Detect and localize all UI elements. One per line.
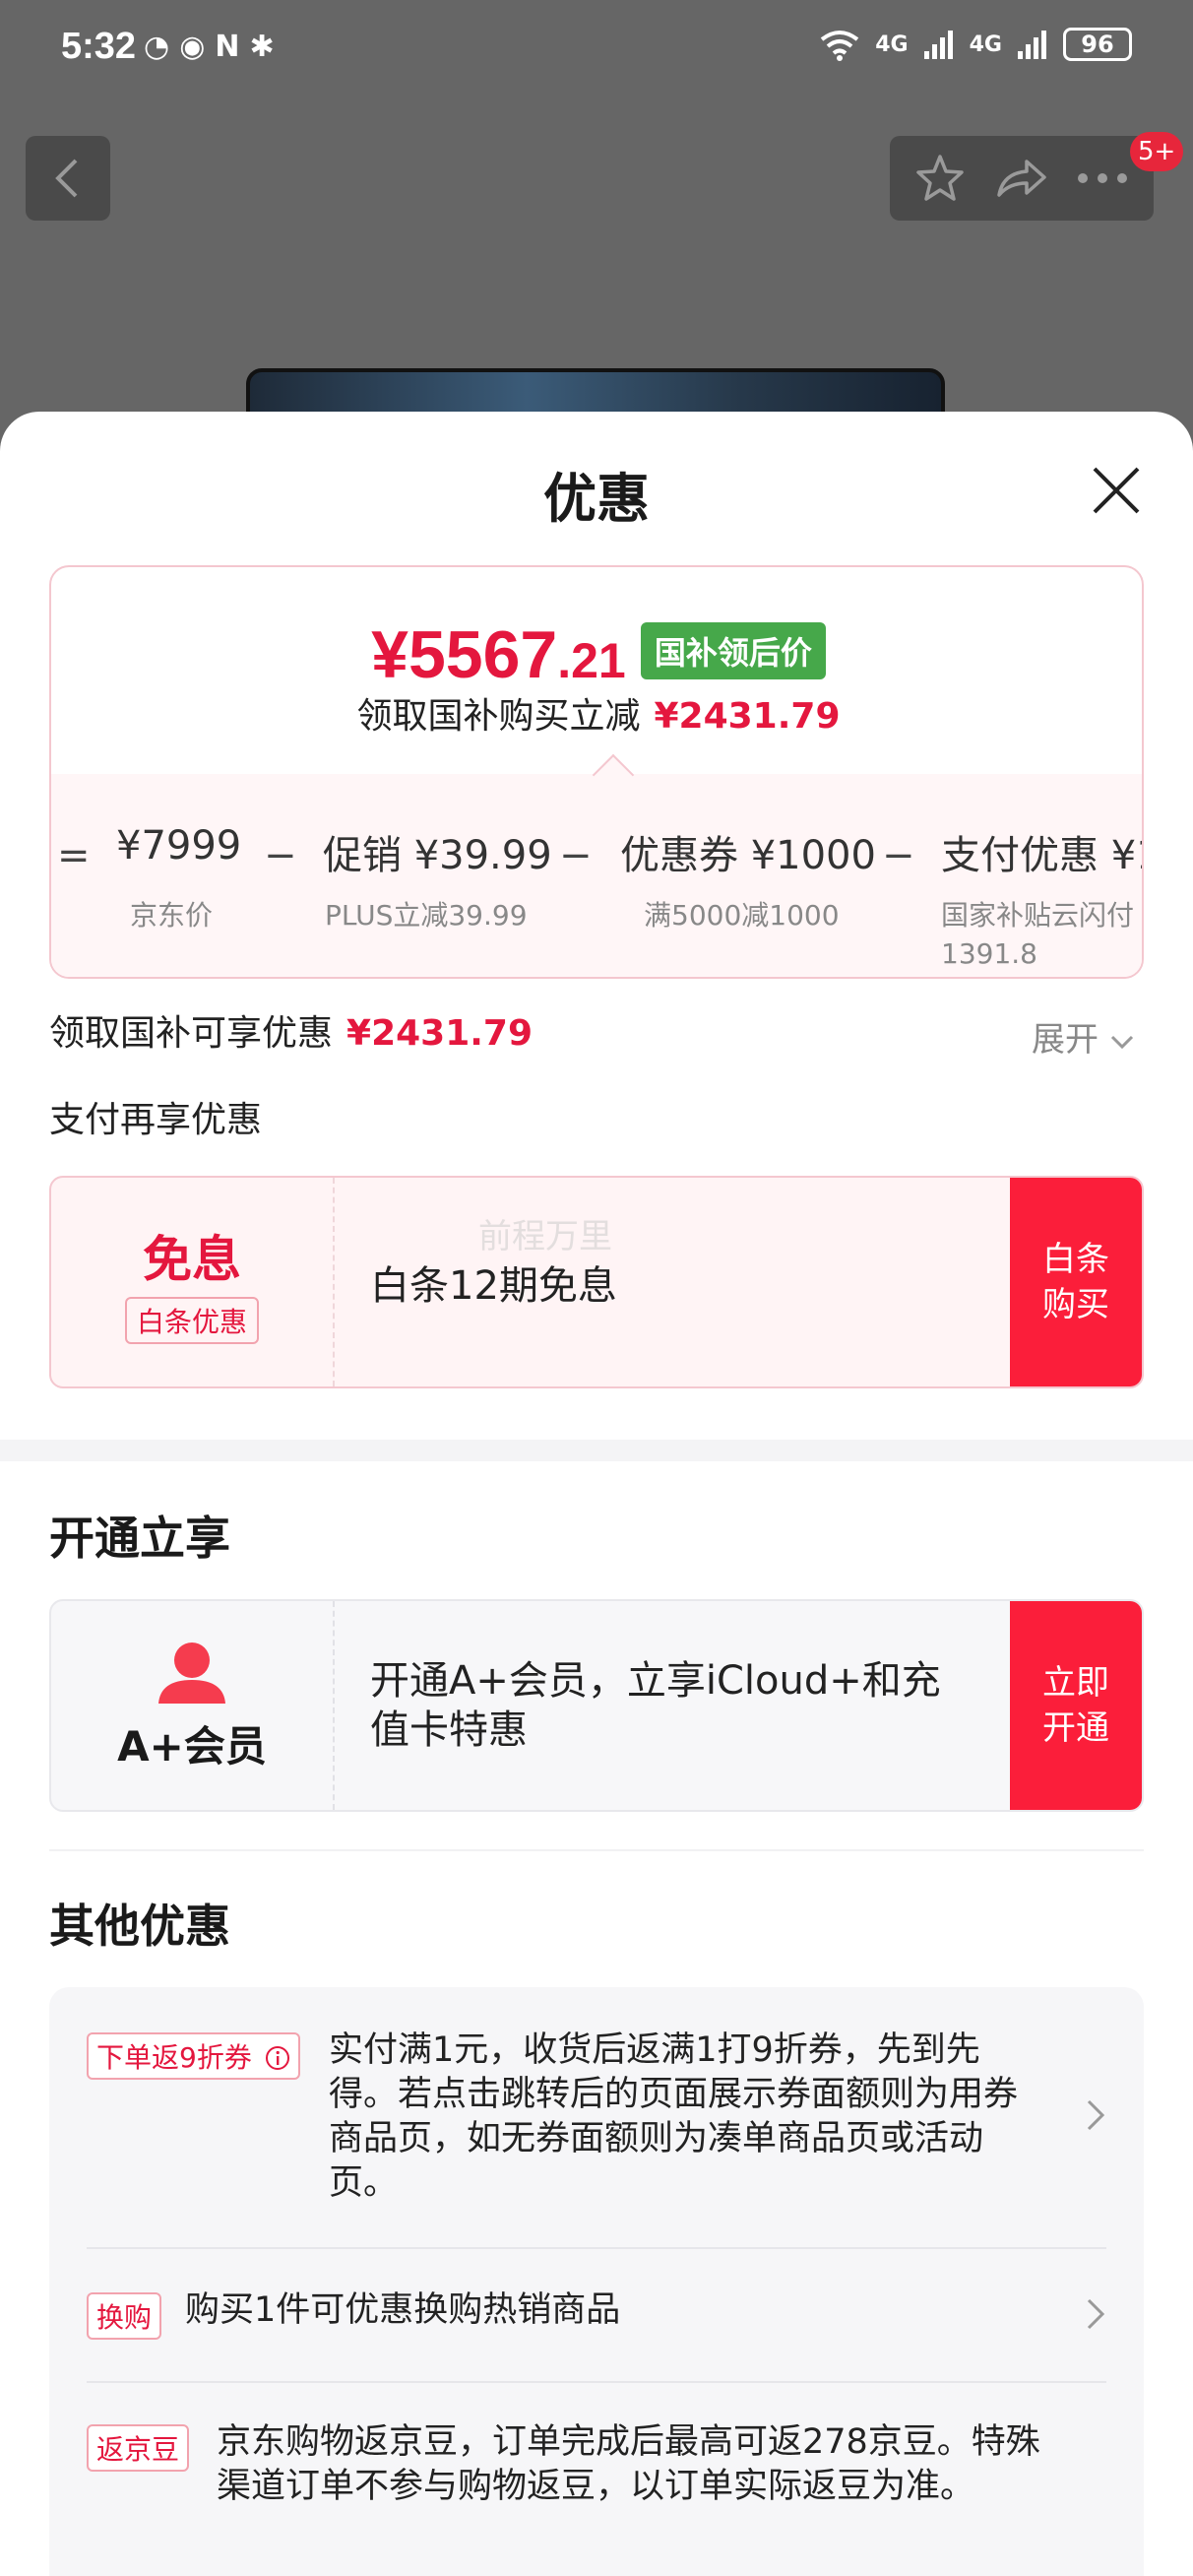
chevron-right-icon: [1087, 2099, 1105, 2131]
offer-text: 实付满1元，收货后返满1打9折券，先到先得。若点击跳转后的页面展示券面额则为用券…: [329, 2030, 1019, 2203]
offer-text: 购买1件可优惠换购热销商品: [185, 2290, 621, 2330]
offer-text: 京东购物返京豆，订单完成后最高可返278京豆。特殊渠道订单不参与购物返豆，以订单…: [217, 2422, 1040, 2506]
sheet-title: 优惠: [543, 468, 650, 530]
calc-minus: −: [559, 833, 593, 878]
price-card: ¥5567.21 国补领后价 领取国补购买立减 ¥2431.79 = ¥7999 …: [49, 565, 1144, 979]
calc-coupon-value: 优惠券 ¥1000: [620, 833, 876, 878]
price-subtitle-text: 领取国补购买立减: [356, 696, 641, 737]
calc-jd-price-label: 京东价: [130, 899, 214, 932]
bluetooth-icon: ✱: [249, 30, 275, 64]
battery-icon: 96: [1063, 28, 1132, 61]
signal-bars-icon-2: [1018, 31, 1046, 59]
calc-pay-label: 国家补贴云闪付: [941, 899, 1135, 932]
chevron-left-icon: [55, 159, 78, 198]
status-time: 5:32: [61, 26, 137, 67]
nav-action-group: [890, 136, 1154, 221]
calc-pay-label-amount: 1391.8: [941, 937, 1037, 970]
expand-toggle[interactable]: 展开: [1032, 1012, 1135, 1061]
offer-divider: [87, 2247, 1106, 2249]
share-icon[interactable]: [993, 152, 1048, 205]
offer-tag-label: 下单返9折券: [96, 2041, 252, 2074]
speed-icon: ◔: [144, 30, 170, 64]
other-offers-list: 下单返9折券 实付满1元，收货后返满1打9折券，先到先得。若点击跳转后的页面展示…: [49, 1987, 1144, 2576]
offer-divider: [87, 2381, 1106, 2383]
signal-2-label: 4G: [969, 32, 1002, 57]
eye-icon: ◉: [179, 30, 206, 64]
discount-sheet: 优惠 ¥5567.21 国补领后价 领取国补购买立减 ¥2431.79 = ¥79…: [0, 412, 1193, 2576]
aplus-label: A+会员: [117, 1721, 267, 1771]
calc-promo-label: PLUS立减39.99: [325, 899, 528, 932]
status-bar: 5:32 ◔ ◉ N ✱ 4G 4G 96: [0, 0, 1193, 98]
status-icons-left: ◔ ◉ N ✱: [144, 28, 275, 67]
chevron-right-icon: [1087, 2298, 1105, 2330]
baitiao-card-badge: 免息 白条优惠: [51, 1178, 335, 1386]
other-section-title: 其他优惠: [49, 1900, 230, 1953]
calc-coupon-label: 满5000减1000: [644, 899, 840, 932]
price-line: ¥5567.21 国补领后价: [51, 616, 1142, 693]
divider-line: [49, 1849, 1144, 1851]
offer-tag: 换购: [87, 2292, 162, 2340]
watermark-text: 前程万里: [478, 1217, 612, 1256]
price-tag-badge: 国补领后价: [640, 622, 826, 679]
baitiao-card[interactable]: 免息 白条优惠 白条12期免息 白条购买: [49, 1176, 1144, 1388]
section-divider: [0, 1440, 1193, 1461]
final-price: ¥5567: [371, 617, 558, 692]
interest-free-title: 免息: [143, 1231, 241, 1288]
aplus-member-card[interactable]: A+会员 开通A+会员，立享iCloud+和充值卡特惠 立即开通: [49, 1599, 1144, 1812]
calc-jd-price-value: ¥7999: [116, 823, 242, 869]
status-icons-right: 4G 4G 96: [818, 28, 1132, 61]
signal-1-label: 4G: [875, 32, 909, 57]
close-icon[interactable]: [1087, 461, 1146, 520]
offer-tag: 下单返9折券: [87, 2032, 300, 2080]
aplus-card-text: 开通A+会员，立享iCloud+和充值卡特惠: [370, 1658, 941, 1753]
offer-jingdou[interactable]: 返京豆 京东购物返京豆，订单完成后最高可返278京豆。特殊渠道订单不参与购物返豆…: [87, 2420, 1106, 2568]
back-button[interactable]: [26, 136, 110, 221]
offer-exchange[interactable]: 换购 购买1件可优惠换购热销商品: [87, 2288, 1106, 2348]
gov-subsidy-row: 领取国补可享优惠 ¥2431.79: [49, 1004, 533, 1056]
calc-pay-value: 支付优惠 ¥1: [941, 833, 1144, 878]
more-icon[interactable]: [1075, 168, 1130, 188]
calc-minus: −: [882, 833, 915, 878]
aplus-card-badge: A+会员: [51, 1601, 335, 1810]
star-icon[interactable]: [913, 152, 967, 205]
cart-badge: 5+: [1130, 132, 1184, 171]
gov-subsidy-label: 领取国补可享优惠: [49, 1013, 334, 1054]
pay-section-title: 支付再享优惠: [49, 1100, 263, 1140]
calc-promo-value: 促销 ¥39.99: [323, 833, 552, 878]
signal-bars-icon: [923, 31, 953, 59]
info-icon[interactable]: [265, 2045, 290, 2071]
offer-rebate-coupon[interactable]: 下单返9折券 实付满1元，收货后返满1打9折券，先到先得。若点击跳转后的页面展示…: [87, 2029, 1106, 2206]
baitiao-tag: 白条优惠: [124, 1297, 259, 1344]
baitiao-card-text: 白条12期免息: [370, 1263, 617, 1309]
user-icon: [158, 1642, 225, 1704]
final-price-cents: .21: [557, 633, 626, 688]
open-now-button[interactable]: 立即开通: [1010, 1601, 1142, 1810]
baitiao-buy-button[interactable]: 白条购买: [1010, 1178, 1142, 1386]
price-subtitle-amount: ¥2431.79: [654, 696, 841, 737]
nfc-icon: N: [215, 30, 240, 64]
expand-label: 展开: [1032, 1020, 1099, 1060]
offer-tag: 返京豆: [87, 2424, 190, 2472]
price-subtitle: 领取国补购买立减 ¥2431.79: [51, 687, 1142, 739]
chevron-down-icon: [1110, 1035, 1133, 1049]
open-section-title: 开通立享: [49, 1512, 230, 1565]
wifi-icon: [821, 31, 859, 61]
gov-subsidy-amount: ¥2431.79: [346, 1013, 534, 1054]
calc-equals: =: [57, 833, 91, 878]
price-breakdown[interactable]: = ¥7999 京东价 − 促销 ¥39.99 PLUS立减39.99 − 优惠…: [51, 774, 1144, 977]
calc-minus: −: [264, 833, 297, 878]
